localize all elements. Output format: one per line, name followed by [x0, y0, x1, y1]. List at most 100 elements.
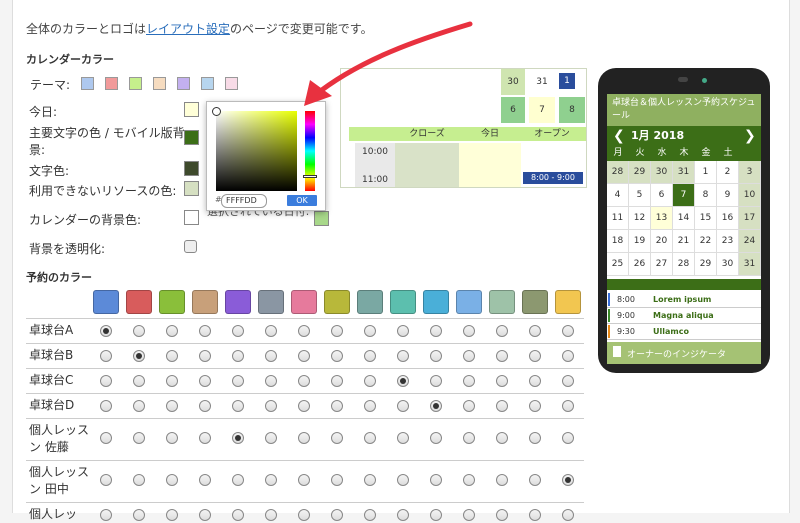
color-radio-6[interactable] [265, 474, 277, 486]
color-radio-10[interactable] [397, 474, 409, 486]
color-radio-15[interactable] [562, 375, 574, 387]
phone-day-21[interactable]: 21 [673, 230, 695, 253]
color-radio-13[interactable] [496, 432, 508, 444]
color-radio-9[interactable] [364, 474, 376, 486]
picker-handle[interactable] [212, 107, 221, 116]
color-radio-10[interactable] [397, 325, 409, 337]
color-radio-4[interactable] [199, 400, 211, 412]
phone-day-31[interactable]: 31 [673, 161, 695, 184]
phone-day-8[interactable]: 8 [695, 184, 717, 207]
theme-swatch-6[interactable] [201, 77, 214, 90]
phone-day-1[interactable]: 1 [695, 161, 717, 184]
color-radio-7[interactable] [298, 325, 310, 337]
phone-day-10[interactable]: 10 [739, 184, 761, 207]
saturation-value-area[interactable] [212, 107, 297, 191]
color-radio-11[interactable] [430, 325, 442, 337]
color-radio-15[interactable] [562, 400, 574, 412]
color-radio-5[interactable] [232, 325, 244, 337]
phone-day-22[interactable]: 22 [695, 230, 717, 253]
phone-day-14[interactable]: 14 [673, 207, 695, 230]
phone-day-6[interactable]: 6 [651, 184, 673, 207]
color-radio-6[interactable] [265, 400, 277, 412]
color-radio-1[interactable] [100, 474, 112, 486]
color-radio-3[interactable] [166, 325, 178, 337]
color-radio-3[interactable] [166, 474, 178, 486]
color-radio-2[interactable] [133, 325, 145, 337]
color-radio-15[interactable] [562, 432, 574, 444]
phone-day-11[interactable]: 11 [607, 207, 629, 230]
color-radio-3[interactable] [166, 350, 178, 362]
color-radio-8[interactable] [331, 375, 343, 387]
color-radio-15[interactable] [562, 474, 574, 486]
unavailable-color-swatch[interactable] [184, 181, 199, 196]
color-radio-1[interactable] [100, 400, 112, 412]
color-radio-7[interactable] [298, 509, 310, 521]
color-radio-14[interactable] [529, 509, 541, 521]
color-radio-5[interactable] [232, 400, 244, 412]
prev-month-icon[interactable]: ❮ [613, 126, 625, 146]
color-radio-15[interactable] [562, 325, 574, 337]
color-radio-1[interactable] [100, 350, 112, 362]
color-radio-4[interactable] [199, 350, 211, 362]
phone-day-17[interactable]: 17 [739, 207, 761, 230]
color-radio-10[interactable] [397, 509, 409, 521]
picker-ok-button[interactable]: OK [287, 195, 317, 206]
color-radio-9[interactable] [364, 509, 376, 521]
phone-day-25[interactable]: 25 [607, 253, 629, 276]
phone-day-15[interactable]: 15 [695, 207, 717, 230]
color-radio-2[interactable] [133, 432, 145, 444]
color-radio-6[interactable] [265, 350, 277, 362]
color-radio-14[interactable] [529, 325, 541, 337]
color-radio-8[interactable] [331, 400, 343, 412]
phone-day-19[interactable]: 19 [629, 230, 651, 253]
color-radio-2[interactable] [133, 509, 145, 521]
color-radio-7[interactable] [298, 375, 310, 387]
color-radio-5[interactable] [232, 474, 244, 486]
phone-day-29[interactable]: 29 [695, 253, 717, 276]
color-radio-3[interactable] [166, 375, 178, 387]
color-radio-8[interactable] [331, 432, 343, 444]
color-radio-13[interactable] [496, 325, 508, 337]
color-radio-7[interactable] [298, 432, 310, 444]
color-radio-9[interactable] [364, 432, 376, 444]
theme-swatch-1[interactable] [81, 77, 94, 90]
color-radio-12[interactable] [463, 509, 475, 521]
theme-swatch-3[interactable] [129, 77, 142, 90]
theme-swatch-7[interactable] [225, 77, 238, 90]
phone-day-16[interactable]: 16 [717, 207, 739, 230]
color-radio-5[interactable] [232, 350, 244, 362]
color-radio-11[interactable] [430, 474, 442, 486]
color-radio-9[interactable] [364, 325, 376, 337]
theme-swatch-4[interactable] [153, 77, 166, 90]
color-radio-8[interactable] [331, 474, 343, 486]
color-radio-12[interactable] [463, 350, 475, 362]
phone-day-18[interactable]: 18 [607, 230, 629, 253]
color-radio-10[interactable] [397, 432, 409, 444]
color-radio-8[interactable] [331, 325, 343, 337]
color-radio-4[interactable] [199, 509, 211, 521]
color-radio-4[interactable] [199, 375, 211, 387]
color-radio-9[interactable] [364, 350, 376, 362]
phone-day-26[interactable]: 26 [629, 253, 651, 276]
phone-day-2[interactable]: 2 [717, 161, 739, 184]
color-radio-13[interactable] [496, 474, 508, 486]
phone-event-row[interactable]: 8:00 Lorem ipsum [607, 292, 761, 308]
hue-slider[interactable] [303, 111, 317, 191]
today-color-swatch[interactable] [184, 102, 199, 117]
color-radio-3[interactable] [166, 400, 178, 412]
color-radio-11[interactable] [430, 375, 442, 387]
color-radio-14[interactable] [529, 474, 541, 486]
color-radio-10[interactable] [397, 375, 409, 387]
color-radio-6[interactable] [265, 432, 277, 444]
phone-day-30[interactable]: 30 [651, 161, 673, 184]
color-radio-14[interactable] [529, 350, 541, 362]
phone-day-5[interactable]: 5 [629, 184, 651, 207]
color-picker[interactable]: # FFFFDD OK [206, 101, 326, 211]
color-radio-9[interactable] [364, 400, 376, 412]
transparent-checkbox[interactable] [184, 240, 197, 253]
color-radio-12[interactable] [463, 375, 475, 387]
hex-input[interactable]: FFFFDD [221, 194, 267, 208]
phone-day-20[interactable]: 20 [651, 230, 673, 253]
calendar-bg-color-swatch[interactable] [184, 210, 199, 225]
color-radio-7[interactable] [298, 474, 310, 486]
